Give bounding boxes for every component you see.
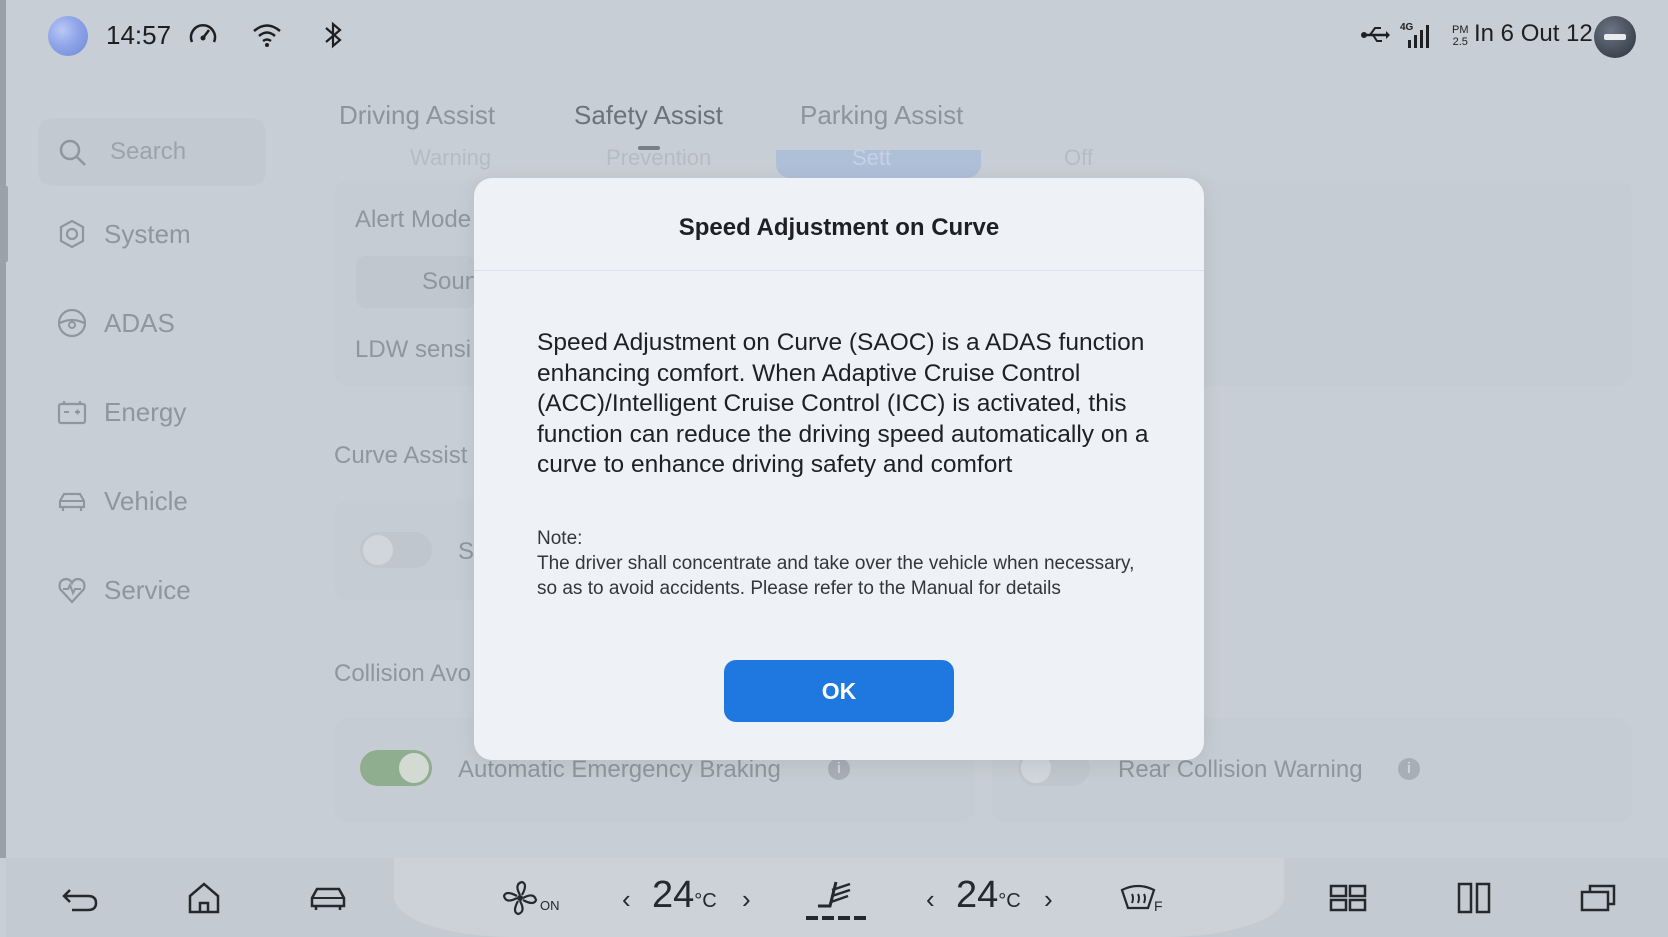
dialog-note: The driver shall concentrate and take ov… xyxy=(537,553,1135,599)
airflow-level-indicator xyxy=(806,916,870,920)
left-temp-decrease[interactable]: ‹ xyxy=(622,884,631,915)
sidebar-active-indicator xyxy=(4,186,8,262)
home-icon[interactable] xyxy=(182,876,226,920)
fan-icon[interactable] xyxy=(500,876,544,920)
saoc-label: S xyxy=(458,538,475,565)
back-icon[interactable] xyxy=(58,876,102,920)
gear-icon xyxy=(59,219,85,249)
temp-unit: °C xyxy=(694,890,717,912)
dialog-description: Speed Adjustment on Curve (SAOC) is a AD… xyxy=(537,329,1149,478)
fan-status: ON xyxy=(540,898,560,913)
subtab-warning[interactable]: Warning xyxy=(410,145,491,171)
clock: 14:57 xyxy=(106,20,172,50)
dialog-note-label: Note: xyxy=(537,528,583,549)
apps-grid-icon[interactable] xyxy=(1326,876,1370,920)
sidebar-item-adas[interactable]: ADAS xyxy=(56,301,175,345)
ldw-sensitivity-label: LDW sensi xyxy=(355,336,472,363)
sidebar-item-service[interactable]: Service xyxy=(56,568,191,612)
screen: 14:57 4G PM 2.5 In 6 Out 12 Search Syste… xyxy=(0,0,1668,937)
collision-avoidance-heading: Collision Avo xyxy=(334,660,471,687)
sidebar-item-system[interactable]: System xyxy=(56,212,191,256)
steering-icon xyxy=(57,308,87,338)
bluetooth-icon xyxy=(325,21,342,49)
network-label: 4G xyxy=(1400,22,1414,33)
alert-mode-label: Alert Mode xyxy=(355,206,472,233)
air-in-out-status: In 6 Out 12 xyxy=(1474,20,1593,47)
left-temp-increase[interactable]: › xyxy=(742,884,751,915)
wifi-icon xyxy=(253,24,281,47)
left-temp: 24°C xyxy=(652,874,717,917)
search-icon xyxy=(59,139,86,166)
aeb-toggle[interactable] xyxy=(360,750,432,786)
app-logo-icon[interactable] xyxy=(48,16,88,56)
aeb-info-icon[interactable]: i xyxy=(828,758,850,780)
seat-airflow-icon[interactable] xyxy=(814,876,858,920)
rcw-info-icon[interactable]: i xyxy=(1398,758,1420,780)
left-temp-value: 24 xyxy=(652,874,695,916)
speedometer-icon xyxy=(189,24,217,43)
subtab-off[interactable]: Off xyxy=(1064,145,1093,171)
right-temp: 24°C xyxy=(956,874,1021,917)
search-placeholder: Search xyxy=(110,138,187,165)
tab-safety-assist[interactable]: Safety Assist xyxy=(574,100,723,131)
split-screen-icon[interactable] xyxy=(1452,876,1496,920)
battery-icon xyxy=(57,401,87,425)
recent-apps-icon[interactable] xyxy=(1576,876,1620,920)
dialog-divider xyxy=(474,270,1204,271)
sidebar-item-label: Service xyxy=(104,574,191,605)
ok-button[interactable]: OK xyxy=(724,660,954,722)
pm-indicator: PM 2.5 xyxy=(1452,24,1469,48)
avatar-icon[interactable] xyxy=(1594,16,1636,58)
sidebar-item-energy[interactable]: Energy xyxy=(56,390,186,434)
speed-adjustment-dialog: Speed Adjustment on Curve Speed Adjustme… xyxy=(474,178,1204,760)
defrost-label: F xyxy=(1154,898,1163,914)
car-icon[interactable] xyxy=(306,876,350,920)
saoc-toggle[interactable] xyxy=(360,532,432,568)
dialog-title: Speed Adjustment on Curve xyxy=(678,214,1000,241)
status-bar: 14:57 4G PM 2.5 In 6 Out 12 xyxy=(0,0,1668,72)
tab-driving-assist[interactable]: Driving Assist xyxy=(339,100,495,131)
subtab-prevention[interactable]: Prevention xyxy=(606,145,711,171)
sidebar-item-label: Energy xyxy=(104,396,187,427)
sidebar-item-label: Vehicle xyxy=(104,485,188,516)
search-input[interactable]: Search xyxy=(38,118,266,186)
usb-icon xyxy=(1361,27,1390,42)
subtab-settings[interactable]: Sett xyxy=(852,145,891,171)
right-temp-decrease[interactable]: ‹ xyxy=(926,884,935,915)
curve-assist-heading: Curve Assist xyxy=(334,442,468,469)
sidebar-item-label: System xyxy=(104,218,191,249)
pm-value: 2.5 xyxy=(1452,36,1468,48)
right-temp-value: 24 xyxy=(956,874,999,916)
rcw-label: Rear Collision Warning xyxy=(1118,756,1363,783)
temp-unit: °C xyxy=(998,890,1021,912)
aeb-label: Automatic Emergency Braking xyxy=(458,756,781,783)
heart-icon xyxy=(58,577,86,604)
sidebar-item-label: ADAS xyxy=(104,307,175,338)
car-icon xyxy=(58,492,86,511)
right-temp-increase[interactable]: › xyxy=(1044,884,1053,915)
pm-label: PM xyxy=(1452,24,1469,36)
tab-parking-assist[interactable]: Parking Assist xyxy=(800,100,963,131)
sidebar-item-vehicle[interactable]: Vehicle xyxy=(56,479,188,523)
